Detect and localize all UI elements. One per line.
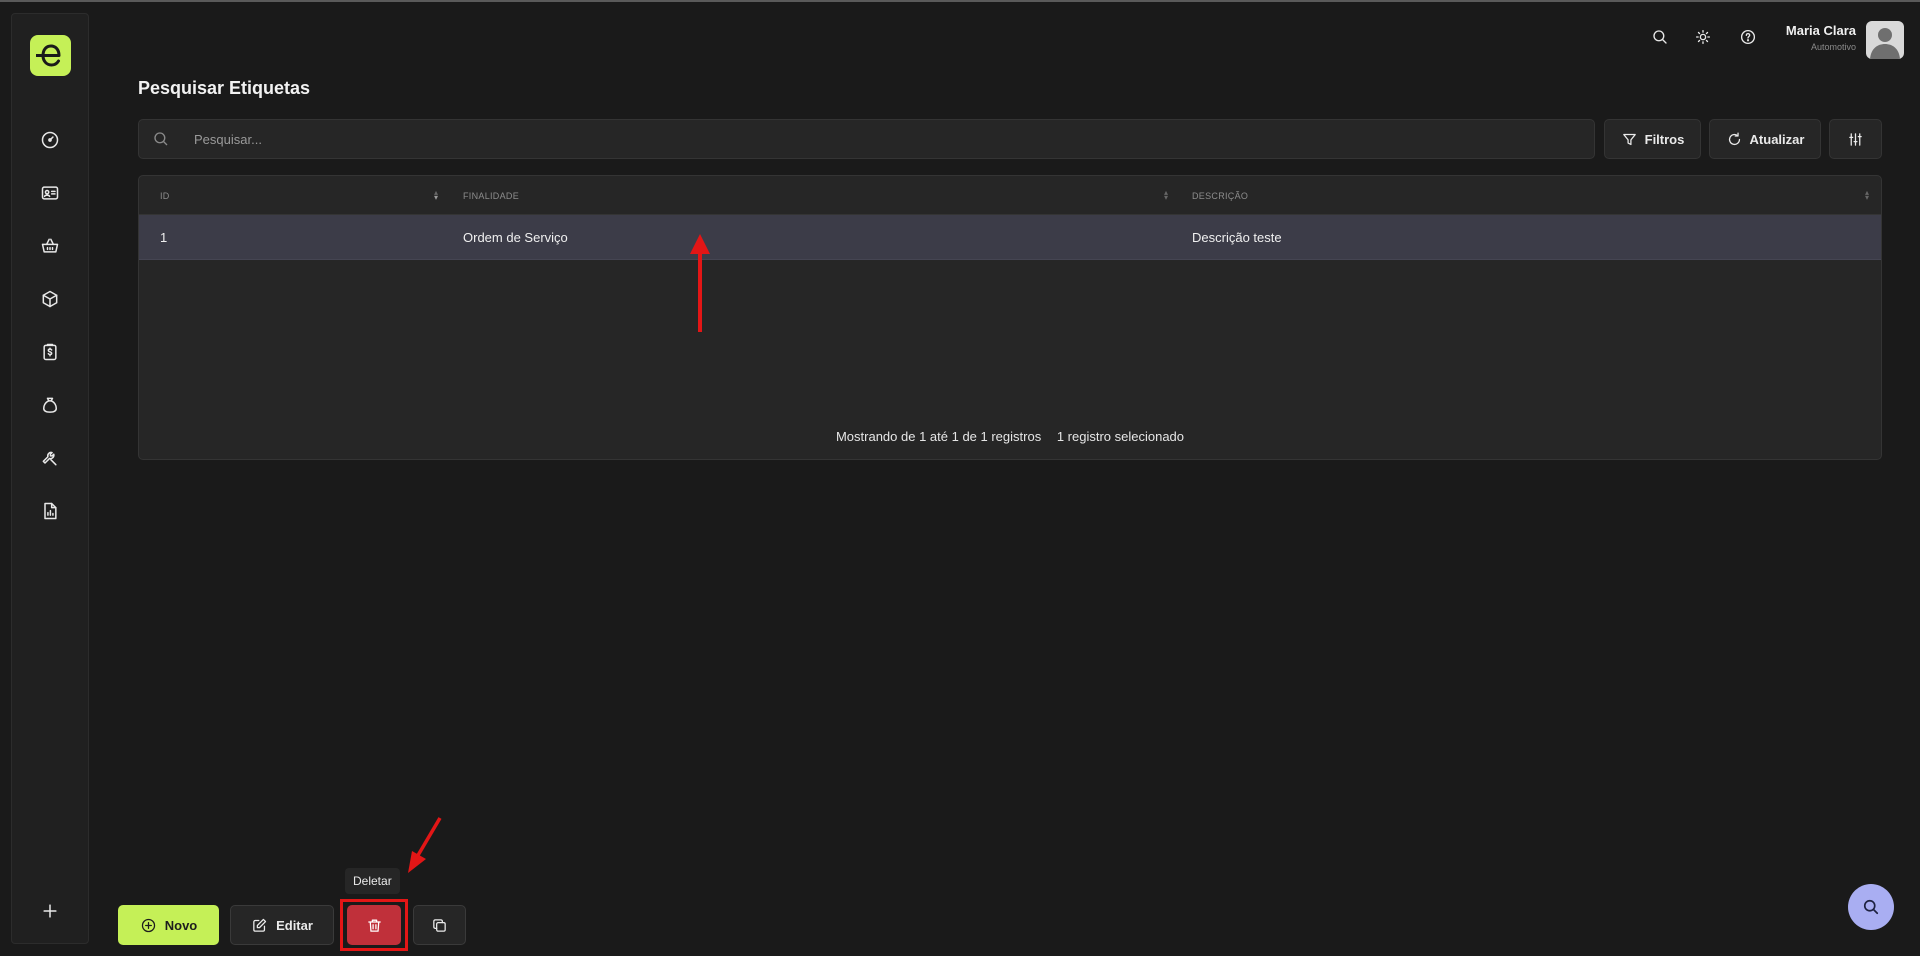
- plus-icon[interactable]: [36, 897, 64, 925]
- sort-icon[interactable]: ▴ ▾: [434, 189, 438, 202]
- edit-label: Editar: [276, 917, 313, 933]
- search-bar: [138, 119, 1595, 159]
- copy-icon: [433, 918, 446, 932]
- filter-icon: [1622, 133, 1636, 145]
- table-footer: Mostrando de 1 até 1 de 1 registros 1 re…: [139, 429, 1881, 444]
- user-name: Maria Clara: [1785, 23, 1856, 38]
- billing-clipboard-icon[interactable]: [36, 338, 64, 366]
- cell-descricao: Descrição teste: [1192, 230, 1282, 245]
- sort-icon[interactable]: ▴ ▾: [1164, 189, 1168, 202]
- table-row[interactable]: 1 Ordem de Serviço Descrição teste: [139, 215, 1881, 260]
- column-header-id[interactable]: ID: [160, 176, 170, 215]
- floating-search-button[interactable]: [1848, 884, 1894, 930]
- column-settings-button[interactable]: [1829, 119, 1882, 159]
- data-table: ID ▴ ▾ FINALIDADE ▴ ▾ DESCRIÇÃO ▴ ▾ 1 Ordem…: [138, 175, 1882, 460]
- basket-icon[interactable]: [36, 232, 64, 260]
- money-bag-icon[interactable]: [36, 391, 64, 419]
- column-header-descricao[interactable]: DESCRIÇÃO: [1192, 176, 1248, 215]
- filters-button[interactable]: Filtros: [1604, 119, 1701, 159]
- annotation-arrow-diagonal: [408, 817, 442, 873]
- wrench-icon[interactable]: [36, 444, 64, 472]
- delete-button[interactable]: [347, 905, 401, 945]
- search-icon[interactable]: [1649, 26, 1671, 48]
- delete-tooltip: Deletar: [345, 868, 400, 894]
- sidebar: [11, 13, 89, 944]
- pencil-icon: [253, 918, 267, 932]
- filters-label: Filtros: [1644, 131, 1685, 147]
- avatar[interactable]: [1866, 21, 1904, 59]
- annotation-arrow-up: [698, 250, 702, 332]
- cell-id: 1: [160, 230, 168, 245]
- dashboard-icon[interactable]: [36, 126, 64, 154]
- plus-circle-icon: [141, 918, 155, 932]
- search-input[interactable]: [194, 120, 1574, 158]
- table-header: ID ▴ ▾ FINALIDADE ▴ ▾ DESCRIÇÃO ▴ ▾: [139, 176, 1881, 215]
- edit-button[interactable]: Editar: [230, 905, 334, 945]
- theme-sun-icon[interactable]: [1692, 26, 1714, 48]
- package-icon[interactable]: [36, 285, 64, 313]
- refresh-label: Atualizar: [1749, 131, 1805, 147]
- duplicate-button[interactable]: [413, 905, 466, 945]
- column-header-finalidade[interactable]: FINALIDADE: [463, 176, 519, 215]
- page-title: Pesquisar Etiquetas: [138, 78, 311, 98]
- refresh-icon: [1728, 131, 1740, 145]
- app-logo[interactable]: [30, 35, 71, 76]
- sort-icon[interactable]: ▴ ▾: [1865, 189, 1869, 202]
- selection-count: 1 registro selecionado: [1056, 429, 1185, 444]
- new-button[interactable]: Novo: [118, 905, 219, 945]
- search-icon: [1863, 899, 1879, 915]
- sliders-icon: [1849, 132, 1862, 146]
- new-label: Novo: [164, 917, 198, 933]
- search-field-icon: [154, 132, 168, 146]
- help-icon[interactable]: [1737, 26, 1759, 48]
- trash-icon: [367, 919, 381, 932]
- refresh-button[interactable]: Atualizar: [1709, 119, 1821, 159]
- window-top-border: [0, 0, 1920, 2]
- report-icon[interactable]: [36, 497, 64, 525]
- records-count: Mostrando de 1 até 1 de 1 registros: [835, 429, 1042, 444]
- contact-card-icon[interactable]: [36, 179, 64, 207]
- cell-finalidade: Ordem de Serviço: [463, 230, 568, 245]
- user-organization: Automotivo: [1810, 42, 1856, 52]
